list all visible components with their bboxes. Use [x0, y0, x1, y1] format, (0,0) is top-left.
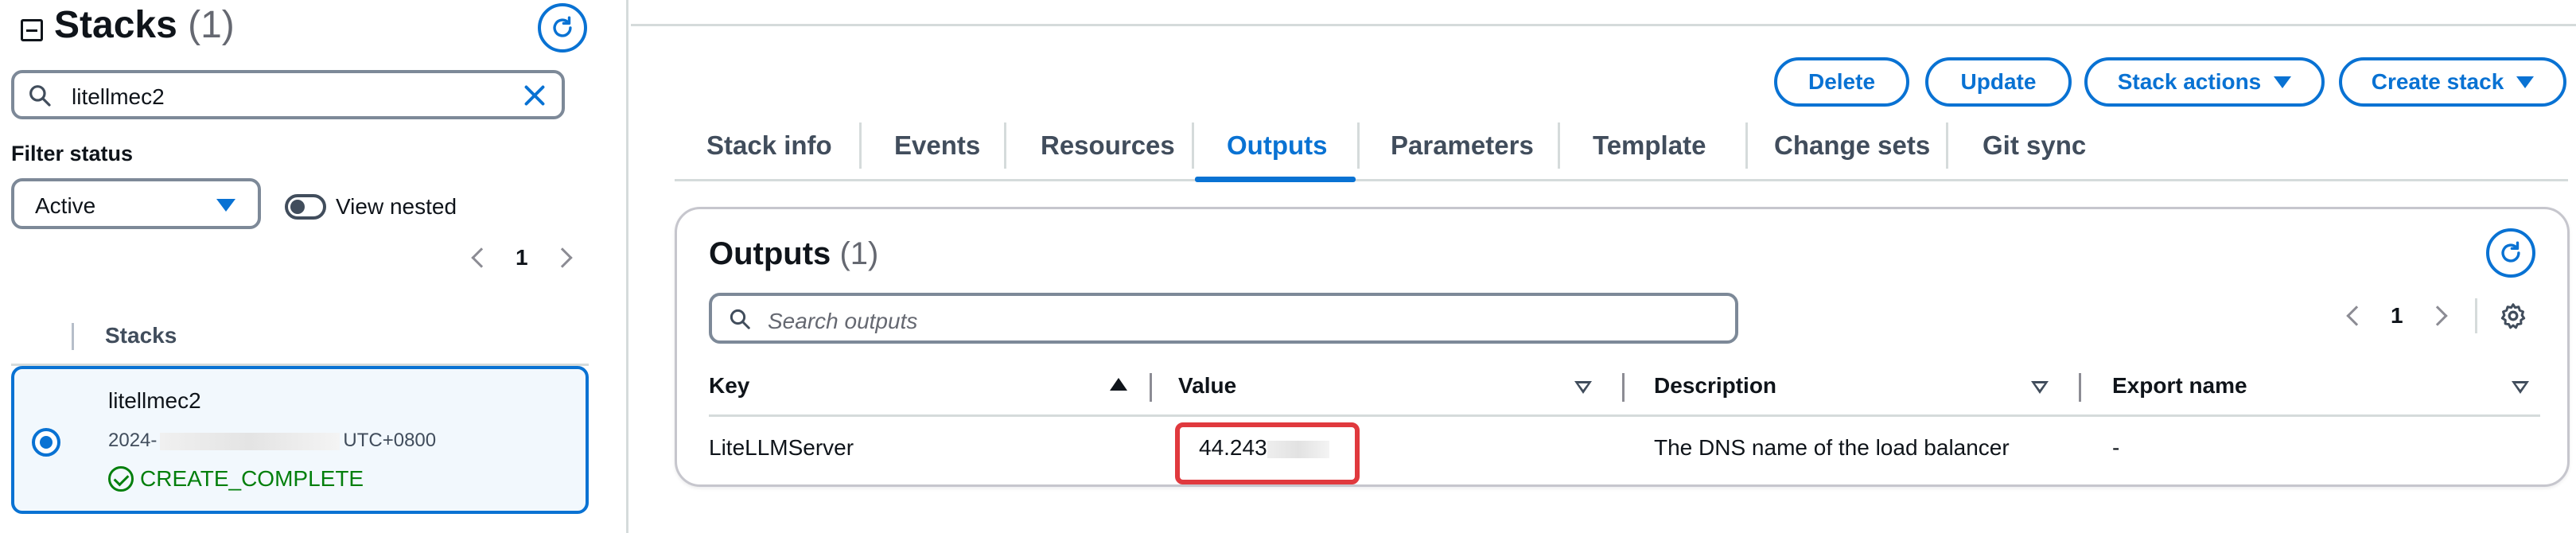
- search-icon: [730, 309, 750, 329]
- update-label: Update: [1960, 69, 2037, 94]
- outputs-search-placeholder: Search outputs: [768, 309, 918, 333]
- delete-button[interactable]: Delete: [1774, 57, 1909, 107]
- search-value: litellmec2: [72, 84, 165, 109]
- collapse-icon[interactable]: [21, 19, 43, 41]
- outputs-title-text: Outputs: [709, 236, 831, 271]
- chevron-right-icon[interactable]: [2426, 305, 2448, 326]
- column-resizer[interactable]: [2079, 373, 2081, 402]
- caret-down-icon: [2274, 76, 2292, 88]
- stacks-title: Stacks (1): [54, 3, 235, 47]
- sort-ascending-icon[interactable]: [1110, 378, 1127, 391]
- column-header-export-name[interactable]: Export name: [2112, 373, 2247, 399]
- column-header-description[interactable]: Description: [1654, 373, 1776, 399]
- stacks-count: (1): [188, 4, 235, 46]
- stack-date-prefix: 2024-: [108, 430, 158, 451]
- filter-status-label: Filter status: [11, 142, 134, 165]
- stack-date-suffix: UTC+0800: [343, 430, 437, 451]
- search-icon: [29, 85, 51, 107]
- sort-icon[interactable]: [2031, 381, 2049, 394]
- tab-divider: [1004, 123, 1006, 169]
- stack-created-date: 2024- UTC+0800: [108, 430, 436, 452]
- stacks-pagination: 1: [471, 245, 573, 270]
- chevron-left-icon[interactable]: [471, 247, 492, 268]
- check-circle-icon: [108, 466, 134, 492]
- redacted-date: [160, 432, 340, 450]
- outputs-search-input[interactable]: Search outputs: [709, 293, 1738, 344]
- stacks-search-input[interactable]: litellmec2: [11, 70, 565, 119]
- stacks-sidebar: Stacks (1) litellmec2 Filter status Acti…: [0, 0, 628, 533]
- create-stack-button[interactable]: Create stack: [2339, 57, 2566, 107]
- sort-icon[interactable]: [2512, 381, 2529, 394]
- stacks-column-label: Stacks: [105, 323, 177, 348]
- tab-outputs[interactable]: Outputs: [1227, 130, 1327, 161]
- outputs-panel: Outputs (1) Search outputs 1 Key Value D…: [675, 207, 2570, 487]
- update-button[interactable]: Update: [1925, 57, 2072, 107]
- tab-events[interactable]: Events: [894, 130, 980, 161]
- tab-divider: [1558, 123, 1560, 169]
- top-divider: [631, 24, 2576, 26]
- outputs-title: Outputs (1): [709, 236, 878, 272]
- refresh-icon: [2501, 241, 2520, 263]
- create-stack-label: Create stack: [2371, 69, 2504, 94]
- tab-divider: [1745, 123, 1748, 169]
- tab-change-sets[interactable]: Change sets: [1774, 130, 1930, 161]
- chevron-left-icon[interactable]: [2346, 305, 2367, 326]
- stacks-column-header: Stacks: [11, 318, 589, 366]
- active-tab-indicator: [1195, 177, 1356, 182]
- stack-detail-tabs: Stack info Events Resources Outputs Para…: [675, 111, 2568, 182]
- stack-actions-button[interactable]: Stack actions: [2084, 57, 2325, 107]
- tab-divider: [1192, 123, 1194, 169]
- pagination-divider: [2475, 298, 2477, 333]
- refresh-outputs-button[interactable]: [2486, 228, 2535, 278]
- stack-radio-selected[interactable]: [32, 428, 60, 457]
- stack-list-item[interactable]: litellmec2 2024- UTC+0800 CREATE_COMPLETE: [11, 366, 589, 514]
- stacks-page-number[interactable]: 1: [516, 245, 528, 270]
- stack-actions-label: Stack actions: [2117, 69, 2262, 94]
- stack-status-text: CREATE_COMPLETE: [140, 466, 364, 491]
- stack-status: CREATE_COMPLETE: [108, 466, 364, 492]
- filter-status-select[interactable]: Active: [11, 178, 261, 229]
- tab-template[interactable]: Template: [1593, 130, 1706, 161]
- settings-icon[interactable]: [2499, 302, 2527, 330]
- stacks-title-text: Stacks: [54, 4, 177, 46]
- delete-label: Delete: [1807, 69, 1876, 94]
- column-header-value[interactable]: Value: [1178, 373, 1236, 399]
- tab-divider: [1357, 123, 1360, 169]
- outputs-pagination: 1: [2346, 303, 2448, 329]
- refresh-icon: [553, 16, 572, 37]
- sort-icon[interactable]: [1574, 381, 1592, 394]
- value-highlight-box: [1175, 422, 1360, 484]
- tab-git-sync[interactable]: Git sync: [1983, 130, 2086, 161]
- table-header-divider: [709, 414, 2540, 417]
- column-header-key[interactable]: Key: [709, 373, 749, 399]
- stack-name[interactable]: litellmec2: [108, 388, 201, 414]
- outputs-page-number[interactable]: 1: [2391, 303, 2403, 329]
- view-nested-label: View nested: [336, 194, 457, 219]
- caret-down-icon: [2516, 76, 2535, 88]
- tab-stack-info[interactable]: Stack info: [706, 130, 832, 161]
- tab-resources[interactable]: Resources: [1041, 130, 1175, 161]
- tab-divider: [1946, 123, 1948, 169]
- tab-divider: [859, 123, 862, 169]
- column-resizer[interactable]: [1150, 373, 1152, 402]
- tab-parameters[interactable]: Parameters: [1391, 130, 1534, 161]
- filter-status-value: Active: [35, 193, 96, 218]
- outputs-count: (1): [839, 236, 879, 271]
- view-nested-toggle[interactable]: [285, 194, 326, 220]
- output-key-cell: LiteLLMServer: [709, 435, 854, 460]
- column-resizer[interactable]: [1622, 373, 1625, 402]
- refresh-stacks-button[interactable]: [538, 3, 587, 53]
- column-divider: [72, 323, 74, 350]
- output-description-cell: The DNS name of the load balancer: [1654, 435, 2010, 460]
- output-export-name-cell: -: [2112, 435, 2120, 460]
- chevron-right-icon[interactable]: [551, 247, 573, 268]
- caret-down-icon: [216, 199, 235, 212]
- close-icon[interactable]: [520, 81, 549, 110]
